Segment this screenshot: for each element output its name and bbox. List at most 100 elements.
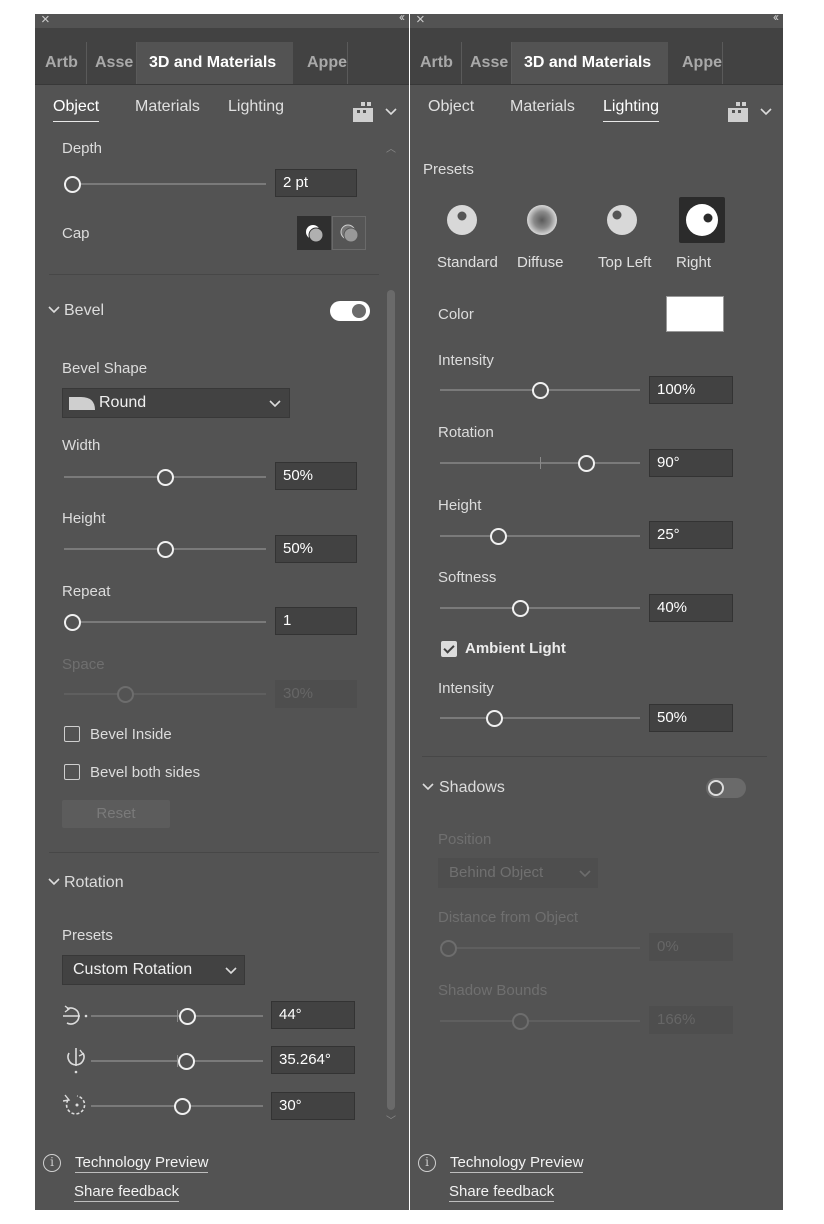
bevel-section-header[interactable]: Bevel (64, 302, 104, 320)
subtab-object[interactable]: Object (53, 98, 100, 122)
scrollbar-thumb[interactable] (387, 290, 395, 1110)
rotation-preset-dropdown[interactable]: Custom Rotation (62, 955, 245, 985)
tab-appearance[interactable]: Appe (682, 42, 723, 84)
shadows-toggle[interactable] (706, 778, 746, 798)
rotate-x-input[interactable]: 44° (271, 1001, 355, 1029)
bevel-height-slider[interactable] (64, 541, 266, 558)
panel-topbar: × ‹‹ (35, 14, 409, 28)
render-settings-icon[interactable] (353, 102, 375, 122)
collapse-panel-icon[interactable]: ‹‹ (773, 14, 779, 24)
rotation-slider-knob[interactable] (578, 455, 595, 472)
cap-off-button[interactable] (332, 216, 366, 250)
tab-appearance[interactable]: Appe (307, 42, 348, 84)
panel-topbar: × ‹‹ (410, 14, 783, 28)
chevron-down-icon[interactable] (48, 306, 60, 314)
info-icon: i (418, 1154, 436, 1172)
rotate-y-slider-knob[interactable] (177, 1053, 195, 1070)
bevel-width-input[interactable]: 50% (275, 462, 357, 490)
tab-assets[interactable]: Asse (95, 42, 137, 84)
bevel-shape-dropdown[interactable]: Round (62, 388, 290, 418)
rotate-y-input[interactable]: 35.264° (271, 1046, 355, 1074)
rotate-z-slider-knob[interactable] (174, 1098, 192, 1115)
shadows-section-header[interactable]: Shadows (439, 779, 505, 797)
scrollbar[interactable]: ︿ ﹀ (385, 140, 397, 1130)
subtab-object[interactable]: Object (428, 98, 474, 116)
chevron-down-icon[interactable] (385, 108, 397, 116)
chevron-down-icon[interactable] (422, 783, 434, 791)
light-color-swatch[interactable] (666, 296, 724, 332)
bevel-shape-label: Bevel Shape (62, 360, 148, 377)
softness-slider-knob[interactable] (512, 600, 529, 617)
bevel-height-label: Height (62, 510, 106, 527)
bevel-width-slider-knob[interactable] (157, 469, 174, 486)
preset-top-left-button[interactable] (599, 197, 645, 243)
preset-diffuse-button[interactable] (519, 197, 565, 243)
ambient-intensity-slider[interactable] (440, 710, 640, 727)
tab-3d-and-materials[interactable]: 3D and Materials (512, 42, 668, 84)
cap-on-button[interactable] (297, 216, 331, 250)
rotate-z-slider[interactable] (91, 1098, 263, 1115)
subtab-lighting[interactable]: Lighting (603, 98, 660, 122)
close-panel-icon[interactable]: × (41, 14, 50, 28)
intensity-slider-knob[interactable] (532, 382, 549, 399)
shadow-bounds-slider-knob (512, 1013, 529, 1030)
scroll-down-icon[interactable]: ﹀ (385, 1112, 397, 1127)
depth-slider-knob[interactable] (64, 176, 81, 193)
bevel-height-input[interactable]: 50% (275, 535, 357, 563)
preset-standard-button[interactable] (439, 197, 485, 243)
softness-input[interactable]: 40% (649, 594, 733, 622)
repeat-slider[interactable] (64, 614, 266, 631)
ambient-intensity-slider-knob[interactable] (486, 710, 503, 727)
technology-preview-link[interactable]: Technology Preview (75, 1154, 209, 1173)
rotate-y-slider[interactable] (91, 1053, 263, 1070)
close-panel-icon[interactable]: × (416, 14, 425, 28)
color-label: Color (438, 306, 474, 323)
render-settings-icon[interactable] (728, 102, 750, 122)
intensity-input[interactable]: 100% (649, 376, 733, 404)
bevel-toggle[interactable] (330, 301, 370, 321)
height-slider[interactable] (440, 528, 640, 545)
repeat-slider-knob[interactable] (64, 614, 81, 631)
bevel-inside-checkbox[interactable] (64, 726, 80, 742)
collapse-panel-icon[interactable]: ‹‹ (399, 14, 405, 24)
ambient-light-checkbox[interactable] (441, 641, 457, 657)
rotation-slider[interactable] (440, 455, 640, 472)
height-slider-knob[interactable] (490, 528, 507, 545)
ambient-intensity-label: Intensity (438, 680, 494, 697)
bevel-width-slider[interactable] (64, 469, 266, 486)
subtab-materials[interactable]: Materials (135, 98, 200, 116)
tab-3d-and-materials[interactable]: 3D and Materials (137, 42, 293, 84)
rotate-x-slider-knob[interactable] (179, 1008, 197, 1025)
ambient-intensity-input[interactable]: 50% (649, 704, 733, 732)
chevron-down-icon[interactable] (48, 878, 60, 886)
rotate-x-slider[interactable] (91, 1008, 263, 1025)
bevel-height-slider-knob[interactable] (157, 541, 174, 558)
depth-slider[interactable] (64, 176, 266, 193)
shadow-position-label: Position (438, 831, 492, 848)
intensity-slider[interactable] (440, 382, 640, 399)
reset-button[interactable]: Reset (62, 800, 170, 828)
rotation-preset-value: Custom Rotation (73, 961, 193, 978)
tab-assets[interactable]: Asse (470, 42, 512, 84)
chevron-down-icon[interactable] (760, 108, 772, 116)
rotation-input[interactable]: 90° (649, 449, 733, 477)
technology-preview-link[interactable]: Technology Preview (450, 1154, 584, 1173)
space-slider-knob (116, 686, 134, 703)
tab-artboards[interactable]: Artb (420, 42, 462, 84)
share-feedback-link[interactable]: Share feedback (449, 1183, 555, 1202)
subtab-materials[interactable]: Materials (510, 98, 575, 116)
height-input[interactable]: 25° (649, 521, 733, 549)
depth-input[interactable]: 2 pt (275, 169, 357, 197)
space-slider (64, 686, 266, 703)
rotation-section-header[interactable]: Rotation (64, 874, 124, 892)
preset-right-button[interactable] (679, 197, 725, 243)
bevel-both-sides-checkbox[interactable] (64, 764, 80, 780)
subtab-lighting[interactable]: Lighting (228, 98, 284, 116)
scroll-up-icon[interactable]: ︿ (385, 140, 397, 155)
softness-slider[interactable] (440, 600, 640, 617)
repeat-input[interactable]: 1 (275, 607, 357, 635)
rotate-z-input[interactable]: 30° (271, 1092, 355, 1120)
softness-label: Softness (438, 569, 497, 586)
tab-artboards[interactable]: Artb (45, 42, 87, 84)
share-feedback-link[interactable]: Share feedback (74, 1183, 180, 1202)
